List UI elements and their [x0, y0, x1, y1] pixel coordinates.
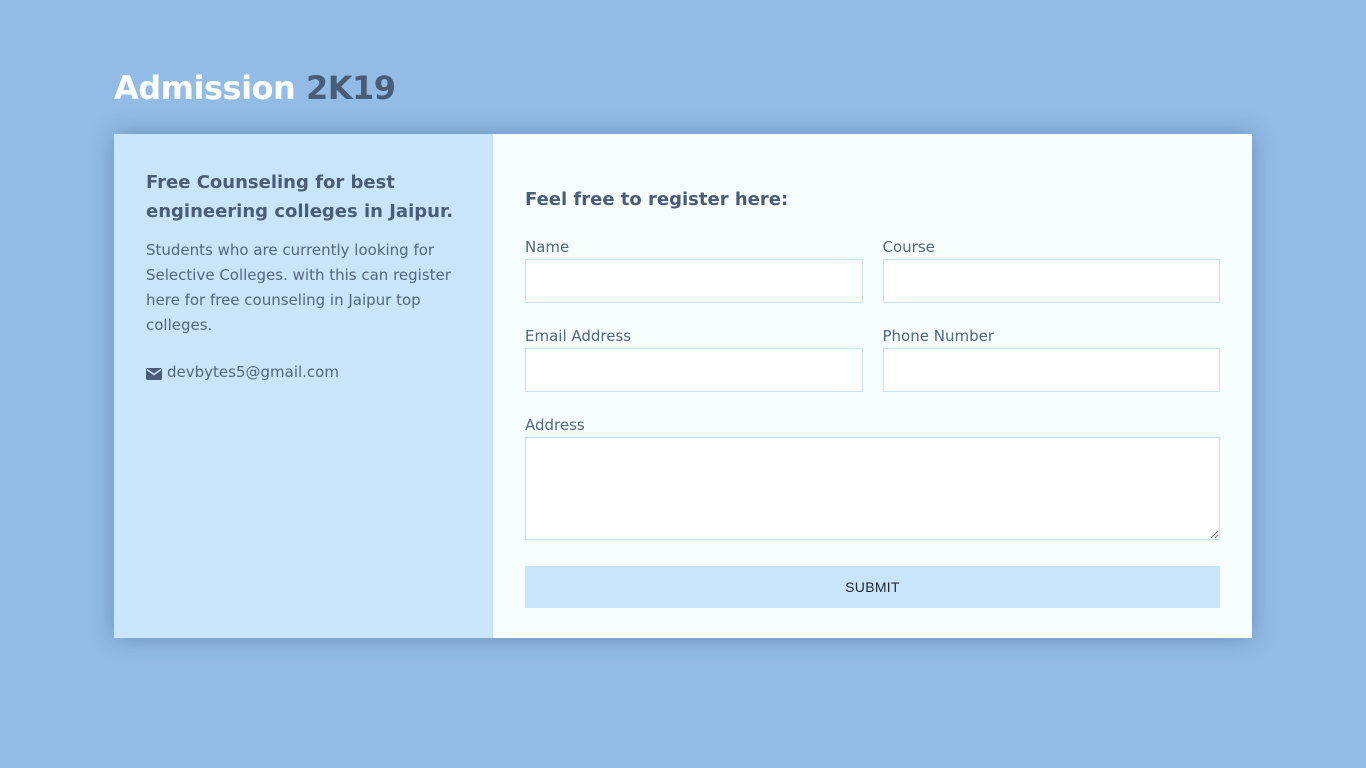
phone-label: Phone Number	[882, 327, 995, 345]
info-panel: Free Counseling for best engineering col…	[114, 134, 493, 638]
phone-input[interactable]	[882, 348, 1220, 392]
page-title: Admission 2K19	[114, 68, 396, 108]
submit-button[interactable]: SUBMIT	[525, 566, 1220, 608]
info-heading: Free Counseling for best engineering col…	[146, 172, 454, 222]
email-label: Email Address	[525, 327, 632, 345]
form-row-address: Address	[525, 415, 1220, 540]
form-heading: Feel free to register here:	[525, 189, 789, 210]
form-panel: Feel free to register here: Name Course …	[493, 134, 1252, 638]
course-field-group: Course	[882, 237, 1220, 303]
email-input[interactable]	[525, 348, 863, 392]
contact-email-text: devbytes5@gmail.com	[167, 363, 339, 381]
course-input[interactable]	[882, 259, 1220, 303]
info-description: Students who are currently looking for S…	[146, 241, 451, 334]
address-field-group: Address	[525, 415, 1220, 540]
registration-card: Free Counseling for best engineering col…	[114, 134, 1252, 638]
name-label: Name	[525, 238, 570, 256]
form-row-email-phone: Email Address Phone Number	[525, 326, 1220, 392]
email-field-group: Email Address	[525, 326, 863, 392]
address-label: Address	[525, 416, 585, 434]
name-input[interactable]	[525, 259, 863, 303]
phone-field-group: Phone Number	[882, 326, 1220, 392]
course-label: Course	[882, 238, 935, 256]
page-title-main: Admission	[114, 69, 296, 107]
address-textarea[interactable]	[525, 437, 1220, 540]
name-field-group: Name	[525, 237, 863, 303]
form-row-name-course: Name Course	[525, 237, 1220, 303]
envelope-icon	[146, 366, 162, 380]
contact-email: devbytes5@gmail.com	[146, 363, 461, 381]
page-title-accent: 2K19	[305, 69, 396, 107]
